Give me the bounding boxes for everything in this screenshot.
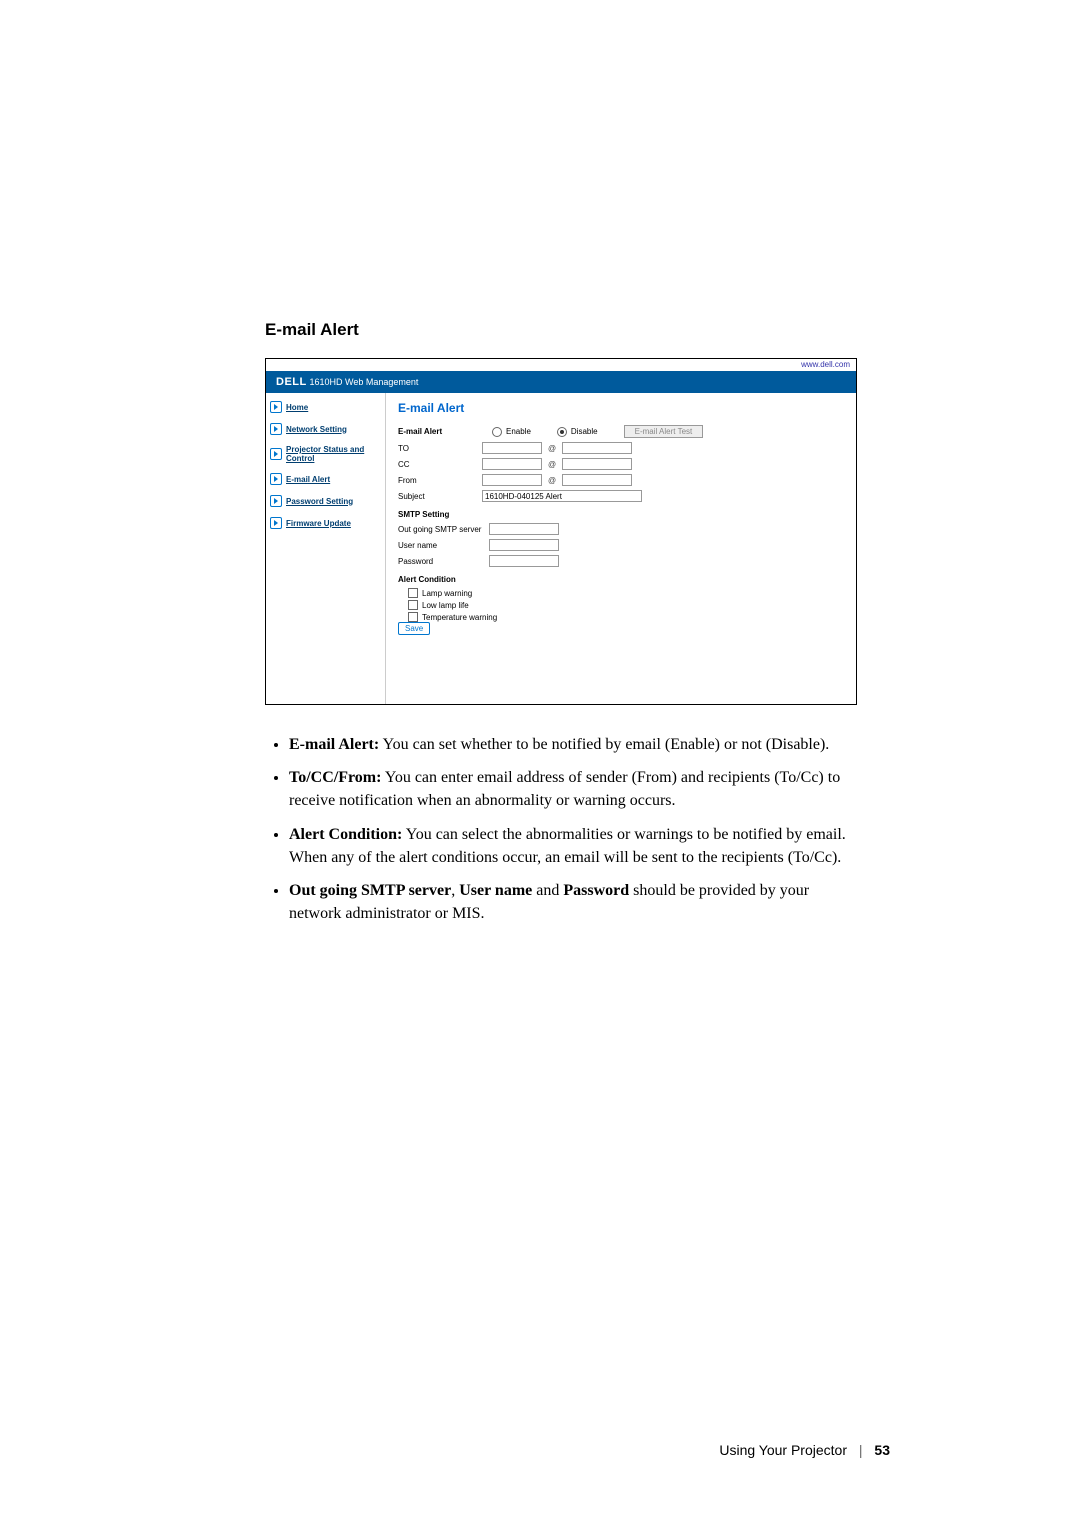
web-management-screenshot: www.dell.com DELL 1610HD Web Management … (265, 358, 857, 705)
bullet-smtp: Out going SMTP server, User name and Pas… (289, 879, 865, 925)
cond2-checkbox[interactable] (408, 600, 418, 610)
product-name: 1610HD Web Management (310, 377, 419, 387)
to-domain-input[interactable] (562, 442, 632, 454)
nav-home[interactable]: Home (270, 401, 381, 413)
bullet-email-alert: E-mail Alert: You can set whether to be … (289, 733, 865, 756)
description-bullets: E-mail Alert: You can set whether to be … (265, 733, 865, 925)
nav-label: E-mail Alert (286, 475, 330, 484)
cc-row: CC @ (398, 458, 844, 470)
smtp-label: Out going SMTP server (398, 525, 483, 534)
bullet-alert-condition: Alert Condition: You can select the abno… (289, 823, 865, 869)
cc-input[interactable] (482, 458, 542, 470)
arrow-icon (270, 473, 282, 485)
nav-firmware[interactable]: Firmware Update (270, 517, 381, 529)
user-row: User name (398, 539, 844, 551)
nav-network[interactable]: Network Setting (270, 423, 381, 435)
at-icon: @ (548, 476, 556, 485)
cond2-label: Low lamp life (422, 601, 469, 610)
nav-label: Network Setting (286, 425, 347, 434)
email-alert-panel: E-mail Alert E-mail Alert Enable Disable… (386, 393, 856, 704)
subject-row: Subject (398, 490, 844, 502)
cond1-label: Lamp warning (422, 589, 472, 598)
to-row: TO @ (398, 442, 844, 454)
from-label: From (398, 476, 476, 485)
from-input[interactable] (482, 474, 542, 486)
dell-logo: DELL (276, 376, 307, 388)
nav-projector-status[interactable]: Projector Status and Control (270, 445, 381, 463)
pwd-input[interactable] (489, 555, 559, 567)
bullet-label: Out going SMTP server (289, 882, 451, 899)
cond3-row: Temperature warning (398, 612, 844, 622)
cc-label: CC (398, 460, 476, 469)
nav-label: Firmware Update (286, 519, 351, 528)
user-label: User name (398, 541, 483, 550)
at-icon: @ (548, 460, 556, 469)
to-label: TO (398, 444, 476, 453)
subject-input[interactable] (482, 490, 642, 502)
save-button[interactable]: Save (398, 622, 430, 635)
user-input[interactable] (489, 539, 559, 551)
nav-email-alert[interactable]: E-mail Alert (270, 473, 381, 485)
smtp-header: SMTP Setting (398, 510, 844, 519)
arrow-icon (270, 495, 282, 507)
to-input[interactable] (482, 442, 542, 454)
arrow-icon (270, 401, 282, 413)
page-footer: Using Your Projector | 53 (719, 1442, 890, 1458)
url-bar: www.dell.com (266, 359, 856, 371)
cond2-row: Low lamp life (398, 600, 844, 610)
cond1-row: Lamp warning (398, 588, 844, 598)
panel-title: E-mail Alert (398, 401, 844, 415)
bullet-label: Password (563, 882, 629, 899)
alert-header: Alert Condition (398, 575, 844, 584)
header-bar: DELL 1610HD Web Management (266, 371, 856, 393)
bullet-label: User name (459, 882, 532, 899)
smtp-input[interactable] (489, 523, 559, 535)
disable-radio[interactable] (557, 427, 567, 437)
nav-label: Home (286, 403, 308, 412)
cc-domain-input[interactable] (562, 458, 632, 470)
subject-label: Subject (398, 492, 476, 501)
email-test-button[interactable]: E-mail Alert Test (624, 425, 704, 438)
cond1-checkbox[interactable] (408, 588, 418, 598)
bullet-to-cc-from: To/CC/From: You can enter email address … (289, 766, 865, 812)
bullet-label: E-mail Alert: (289, 736, 379, 753)
nav-label: Password Setting (286, 497, 353, 506)
from-domain-input[interactable] (562, 474, 632, 486)
page-number: 53 (874, 1442, 890, 1458)
sidebar-nav: Home Network Setting Projector Status an… (266, 393, 386, 704)
pwd-row: Password (398, 555, 844, 567)
bullet-label: Alert Condition: (289, 826, 402, 843)
enable-label: Enable (506, 427, 531, 436)
cond3-label: Temperature warning (422, 613, 497, 622)
arrow-icon (270, 448, 282, 460)
enable-row: E-mail Alert Enable Disable E-mail Alert… (398, 425, 844, 438)
bullet-label: To/CC/From: (289, 769, 381, 786)
arrow-icon (270, 423, 282, 435)
enable-radio[interactable] (492, 427, 502, 437)
disable-label: Disable (571, 427, 598, 436)
at-icon: @ (548, 444, 556, 453)
bullet-and: and (532, 882, 563, 899)
footer-label: Using Your Projector (719, 1442, 847, 1458)
bullet-text: You can set whether to be notified by em… (379, 736, 829, 753)
section-title: E-mail Alert (265, 320, 900, 340)
nav-password[interactable]: Password Setting (270, 495, 381, 507)
nav-label: Projector Status and Control (286, 445, 381, 463)
pwd-label: Password (398, 557, 483, 566)
from-row: From @ (398, 474, 844, 486)
cond3-checkbox[interactable] (408, 612, 418, 622)
email-alert-label: E-mail Alert (398, 427, 476, 436)
arrow-icon (270, 517, 282, 529)
smtp-row: Out going SMTP server (398, 523, 844, 535)
footer-separator: | (859, 1442, 863, 1458)
